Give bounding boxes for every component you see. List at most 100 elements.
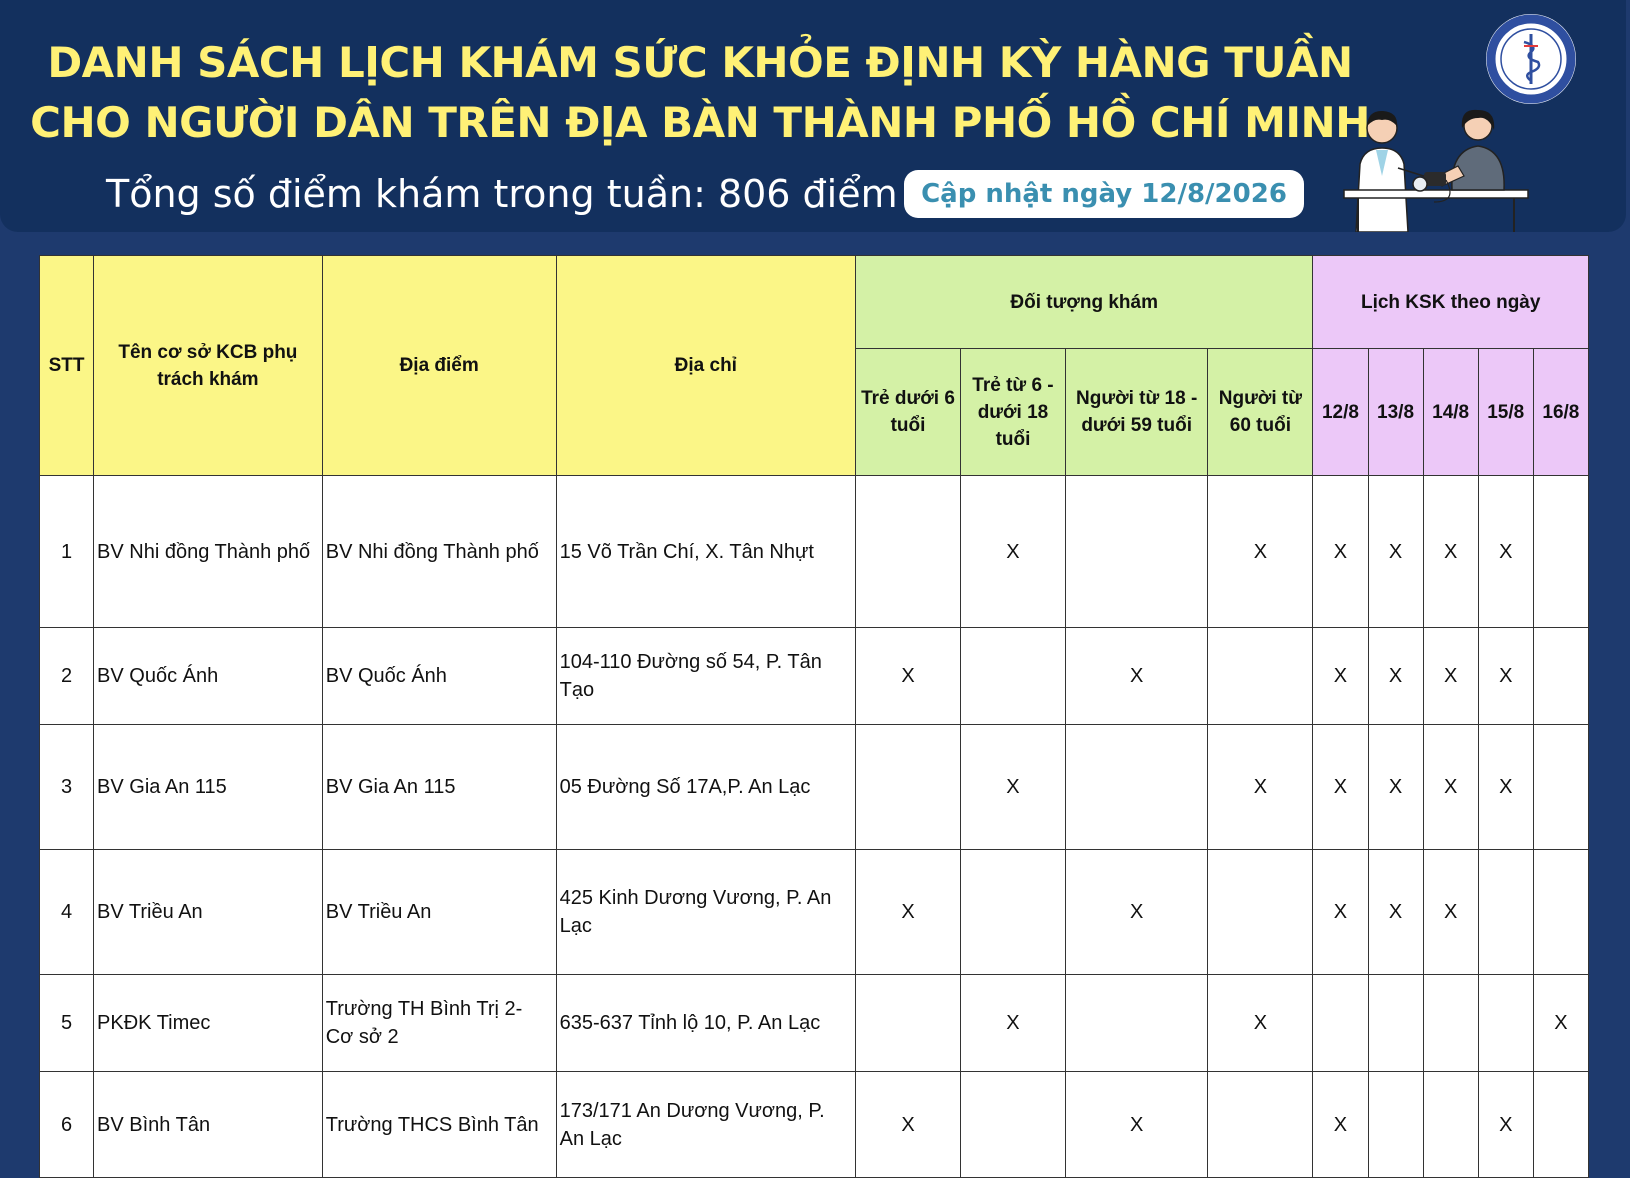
doctor-measuring-blood-pressure-illustration — [1343, 109, 1529, 232]
header-subjects-group: Đối tượng khám — [854, 255, 1314, 349]
cell-date — [1477, 849, 1534, 975]
cell-date — [1477, 974, 1534, 1072]
cell-subject — [959, 849, 1066, 975]
table-row: 6 BV Bình Tân Trường THCS Bình Tân 173/1… — [38, 1071, 1590, 1178]
header-address: Địa chỉ — [555, 255, 857, 476]
total-points-text: Tổng số điểm khám trong tuần: 806 điểm — [106, 172, 898, 216]
cell-location: BV Triều An — [321, 849, 557, 975]
table-row: 2 BV Quốc Ánh BV Quốc Ánh 104-110 Đường … — [38, 627, 1590, 725]
cell-date: X — [1312, 1071, 1369, 1178]
cell-subject — [1064, 724, 1209, 850]
cell-subject — [855, 974, 961, 1072]
cell-date: X — [1422, 724, 1479, 850]
header-subject-18-to-59: Người từ 18 - dưới 59 tuổi — [1064, 348, 1209, 476]
cell-subject: X — [1064, 627, 1209, 725]
header-stt: STT — [38, 255, 95, 476]
cell-date: X — [1312, 849, 1369, 975]
cell-address: 15 Võ Trần Chí, X. Tân Nhựt — [555, 475, 857, 628]
cell-date: X — [1422, 475, 1479, 628]
cell-subject — [1207, 627, 1314, 725]
cell-date: X — [1367, 724, 1424, 850]
cell-date: X — [1312, 627, 1369, 725]
header-schedule-group: Lịch KSK theo ngày — [1312, 255, 1589, 349]
page-title-line-2: CHO NGƯỜI DÂN TRÊN ĐỊA BÀN THÀNH PHỐ HỒ … — [30, 98, 1370, 147]
header-date-12-8: 12/8 — [1312, 348, 1369, 476]
cell-subject: X — [855, 1071, 961, 1178]
cell-date — [1367, 974, 1424, 1072]
cell-location: BV Quốc Ánh — [321, 627, 557, 725]
cell-subject: X — [959, 475, 1066, 628]
cell-subject: X — [959, 724, 1066, 850]
page-title-line-1: DANH SÁCH LỊCH KHÁM SỨC KHỎE ĐỊNH KỲ HÀN… — [47, 38, 1353, 87]
cell-facility: BV Gia An 115 — [93, 724, 323, 850]
cell-date: X — [1477, 1071, 1534, 1178]
cell-date — [1532, 627, 1590, 725]
cell-facility: BV Quốc Ánh — [93, 627, 323, 725]
header-banner: DANH SÁCH LỊCH KHÁM SỨC KHỎE ĐỊNH KỲ HÀN… — [0, 0, 1626, 232]
cell-subject: X — [1207, 724, 1314, 850]
cell-subject: X — [855, 849, 961, 975]
updated-date-badge: Cập nhật ngày 12/8/2026 — [904, 170, 1304, 218]
cell-date: X — [1367, 627, 1424, 725]
cell-date — [1532, 849, 1590, 975]
cell-subject: X — [1064, 849, 1209, 975]
cell-date — [1532, 724, 1590, 850]
cell-address: 635-637 Tỉnh lộ 10, P. An Lạc — [555, 974, 857, 1072]
cell-facility: BV Nhi đồng Thành phố — [93, 475, 323, 628]
cell-subject: X — [855, 627, 961, 725]
cell-subject — [1207, 1071, 1314, 1178]
cell-subject — [855, 475, 961, 628]
cell-facility: PKĐK Timec — [93, 974, 323, 1072]
header-location: Địa điểm — [321, 255, 557, 476]
cell-stt: 2 — [38, 627, 95, 725]
header-subject-under-6: Trẻ dưới 6 tuổi — [855, 348, 961, 476]
header-subject-6-to-18: Trẻ từ 6 - dưới 18 tuổi — [959, 348, 1066, 476]
cell-date: X — [1367, 475, 1424, 628]
cell-facility: BV Triều An — [93, 849, 323, 975]
cell-location: BV Nhi đồng Thành phố — [321, 475, 557, 628]
cell-date: X — [1367, 849, 1424, 975]
cell-date — [1312, 974, 1369, 1072]
header-date-15-8: 15/8 — [1477, 348, 1534, 476]
cell-date: X — [1477, 724, 1534, 850]
cell-subject — [1064, 475, 1209, 628]
cell-date: X — [1532, 974, 1590, 1072]
cell-stt: 4 — [38, 849, 95, 975]
cell-date: X — [1422, 849, 1479, 975]
cell-date: X — [1312, 724, 1369, 850]
cell-stt: 5 — [38, 974, 95, 1072]
cell-address: 104-110 Đường số 54, P. Tân Tạo — [555, 627, 857, 725]
cell-subject — [1064, 974, 1209, 1072]
table-row: 5 PKĐK Timec Trường TH Bình Trị 2- Cơ sở… — [38, 974, 1590, 1072]
cell-date — [1422, 974, 1479, 1072]
cell-location: BV Gia An 115 — [321, 724, 557, 850]
cell-subject: X — [959, 974, 1066, 1072]
cell-date — [1367, 1071, 1424, 1178]
cell-date: X — [1477, 627, 1534, 725]
header-date-14-8: 14/8 — [1422, 348, 1479, 476]
cell-date — [1422, 1071, 1479, 1178]
cell-date: X — [1477, 475, 1534, 628]
cell-subject: X — [1207, 475, 1314, 628]
cell-address: 425 Kinh Dương Vương, P. An Lạc — [555, 849, 857, 975]
table-row: 4 BV Triều An BV Triều An 425 Kinh Dương… — [38, 849, 1590, 975]
cell-address: 05 Đường Số 17A,P. An Lạc — [555, 724, 857, 850]
cell-stt: 1 — [38, 475, 95, 628]
health-check-schedule-table: STT Tên cơ sở KCB phụ trách khám Địa điể… — [38, 255, 1590, 1178]
cell-subject — [959, 627, 1066, 725]
cell-subject: X — [1064, 1071, 1209, 1178]
cell-location: Trường TH Bình Trị 2- Cơ sở 2 — [321, 974, 557, 1072]
table-row: 3 BV Gia An 115 BV Gia An 115 05 Đường S… — [38, 724, 1590, 850]
cell-stt: 6 — [38, 1071, 95, 1178]
header-facility: Tên cơ sở KCB phụ trách khám — [93, 255, 323, 476]
cell-subject — [959, 1071, 1066, 1178]
cell-location: Trường THCS Bình Tân — [321, 1071, 557, 1178]
header-date-16-8: 16/8 — [1532, 348, 1590, 476]
cell-stt: 3 — [38, 724, 95, 850]
cell-address: 173/171 An Dương Vương, P. An Lạc — [555, 1071, 857, 1178]
cell-subject — [1207, 849, 1314, 975]
cell-date — [1532, 475, 1590, 628]
cell-date — [1532, 1071, 1590, 1178]
cell-facility: BV Bình Tân — [93, 1071, 323, 1178]
cell-date: X — [1312, 475, 1369, 628]
